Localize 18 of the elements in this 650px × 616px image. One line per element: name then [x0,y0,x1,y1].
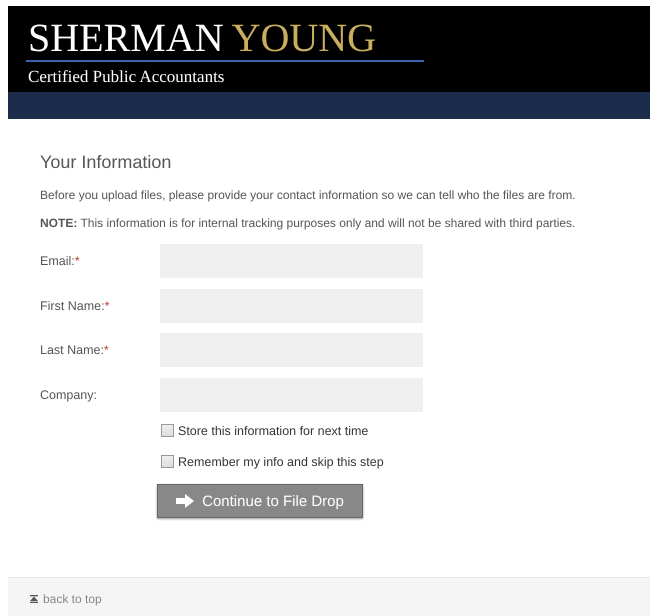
field-label: First Name:* [40,298,110,312]
intro-text: Before you upload files, please provide your contact information so we can tell who the files are from. [40,188,577,202]
section-title: Your Information [40,152,172,173]
checkbox[interactable] [161,424,174,437]
checkbox-label: Store this information for next time [178,424,368,438]
arrow-up-icon [30,595,38,603]
checkbox[interactable] [161,455,174,468]
tagline: Certified Public Accountants [28,67,226,87]
continue-button[interactable]: Continue to File Drop [157,484,363,518]
back-to-top-link[interactable]: back to top [30,592,102,606]
logo-text: SHERMAN [28,18,224,58]
arrow-icon [176,494,194,508]
note-text: NOTE: This information is for internal tracking purposes only and will not be shared with third parties. [40,216,576,230]
checkbox-label: Remember my info and skip this step [178,454,384,468]
field-label: Last Name:* [40,343,110,357]
field-label: Email:* [40,254,81,268]
field-label: Company: [40,388,98,402]
logo-text: YOUNG [232,18,376,58]
